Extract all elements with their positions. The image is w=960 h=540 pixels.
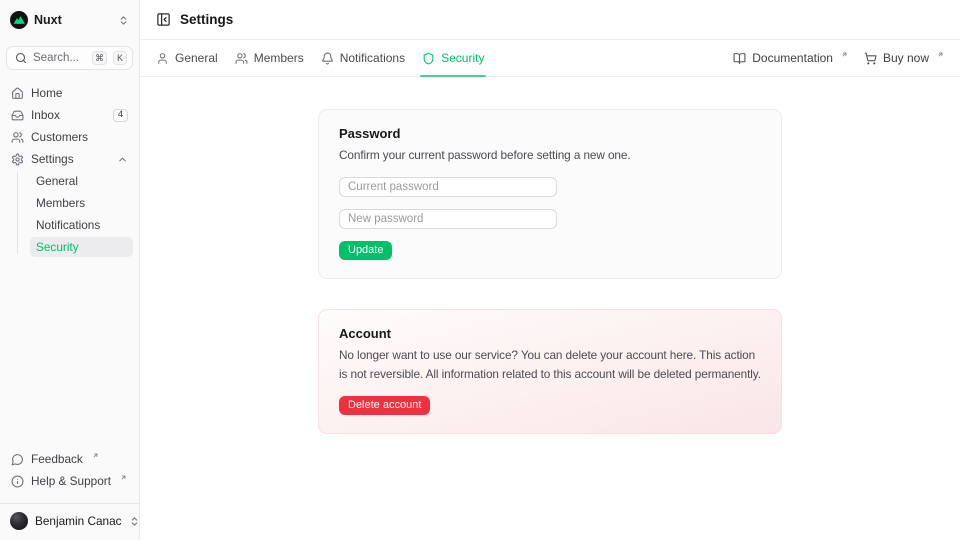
card-description: No longer want to use our service? You c… — [339, 346, 761, 384]
info-circle-icon — [11, 475, 24, 488]
sidebar-footer: Feedback Help & Support — [0, 449, 139, 497]
sidebar: Nuxt Search... ⌘ K Home — [0, 0, 140, 540]
tab-general[interactable]: General — [156, 40, 218, 76]
sidebar-item-label: Members — [36, 196, 85, 210]
app-window: Nuxt Search... ⌘ K Home — [0, 0, 960, 540]
search-placeholder: Search... — [33, 52, 86, 64]
card-description: Confirm your current password before set… — [339, 146, 761, 165]
buy-now-link[interactable]: Buy now — [864, 51, 944, 65]
footer-link-label: Feedback — [31, 452, 83, 466]
sidebar-item-general[interactable]: General — [30, 171, 133, 191]
sidebar-item-members[interactable]: Members — [30, 193, 133, 213]
user-name: Benjamin Canac — [35, 514, 122, 528]
tab-members[interactable]: Members — [235, 40, 304, 76]
action-label: Documentation — [752, 51, 833, 65]
settings-security-panel: Password Confirm your current password b… — [140, 77, 960, 540]
team-name: Nuxt — [34, 13, 62, 27]
documentation-link[interactable]: Documentation — [733, 51, 848, 65]
new-password-field[interactable] — [339, 209, 557, 229]
gear-icon — [11, 153, 24, 166]
users-icon — [11, 131, 24, 144]
user-menu[interactable]: Benjamin Canac — [0, 504, 139, 540]
footer-link-label: Help & Support — [31, 474, 111, 488]
team-selector[interactable]: Nuxt — [8, 9, 131, 31]
search-icon — [15, 52, 27, 64]
tab-label: Notifications — [340, 51, 405, 65]
message-bubble-icon — [11, 453, 24, 466]
inbox-icon — [11, 109, 24, 122]
external-link-icon — [120, 474, 127, 481]
sidebar-item-security[interactable]: Security — [30, 237, 133, 257]
page-header: Settings — [140, 0, 960, 40]
shield-icon — [422, 52, 435, 65]
sidebar-item-customers[interactable]: Customers — [6, 127, 133, 147]
sidebar-item-label: Home — [31, 86, 62, 100]
tab-notifications[interactable]: Notifications — [321, 40, 405, 76]
card-title: Account — [339, 326, 761, 341]
user-icon — [156, 52, 169, 65]
current-password-field[interactable] — [339, 177, 557, 197]
sidebar-item-label: Inbox — [31, 108, 60, 122]
delete-account-button[interactable]: Delete account — [339, 396, 430, 415]
users-icon — [235, 52, 248, 65]
sidebar-item-label: Settings — [31, 152, 74, 166]
shopping-cart-icon — [864, 52, 877, 65]
sidebar-item-home[interactable]: Home — [6, 83, 133, 103]
external-link-icon — [937, 51, 944, 58]
inbox-count-badge: 4 — [113, 109, 128, 122]
tab-security[interactable]: Security — [422, 40, 484, 76]
main-area: Settings General Members Notifications — [140, 0, 960, 540]
header-actions: Documentation Buy now — [733, 51, 944, 65]
password-card: Password Confirm your current password b… — [318, 109, 782, 279]
external-link-icon — [92, 452, 99, 459]
sidebar-item-label: Notifications — [36, 218, 100, 232]
chevrons-up-down-icon — [129, 516, 140, 527]
feedback-link[interactable]: Feedback — [6, 449, 133, 469]
action-label: Buy now — [883, 51, 929, 65]
sidebar-item-notifications[interactable]: Notifications — [30, 215, 133, 235]
kbd-meta: ⌘ — [92, 51, 107, 65]
page-title: Settings — [180, 12, 233, 27]
external-link-icon — [841, 51, 848, 58]
card-title: Password — [339, 126, 761, 141]
search-input[interactable]: Search... ⌘ K — [6, 46, 133, 70]
sidebar-item-label: General — [36, 174, 78, 188]
sidebar-toggle-icon[interactable] — [156, 12, 171, 27]
sidebar-item-inbox[interactable]: Inbox 4 — [6, 105, 133, 125]
settings-sub-nav: General Members Notifications Security — [6, 171, 133, 257]
update-password-button[interactable]: Update — [339, 241, 392, 260]
sidebar-nav: Home Inbox 4 Customers Settings — [0, 70, 139, 259]
avatar — [10, 512, 28, 530]
nuxt-logo-icon — [10, 11, 28, 29]
tab-bar: General Members Notifications Security — [140, 40, 960, 77]
sidebar-item-label: Customers — [31, 130, 88, 144]
sidebar-spacer — [0, 259, 139, 449]
tab-label: General — [175, 51, 218, 65]
sidebar-item-settings[interactable]: Settings — [6, 149, 133, 169]
tab-label: Members — [254, 51, 304, 65]
home-icon — [11, 87, 24, 100]
kbd-k: K — [113, 51, 127, 65]
account-card: Account No longer want to use our servic… — [318, 309, 782, 434]
book-open-icon — [733, 52, 746, 65]
chevron-up-icon — [117, 154, 128, 165]
chevrons-up-down-icon — [118, 15, 129, 26]
help-support-link[interactable]: Help & Support — [6, 471, 133, 491]
sidebar-item-label: Security — [36, 240, 79, 254]
tab-label: Security — [441, 51, 484, 65]
bell-icon — [321, 52, 334, 65]
